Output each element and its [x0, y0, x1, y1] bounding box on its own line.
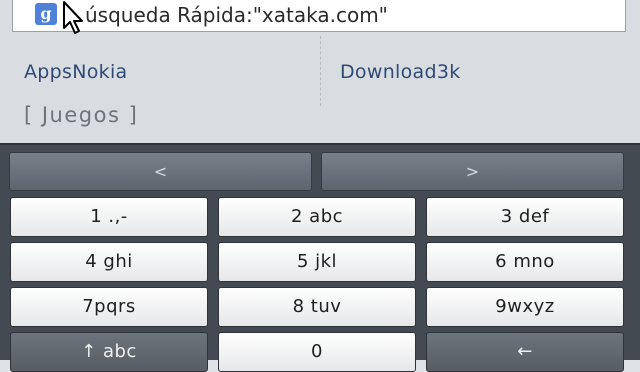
key-7[interactable]: 7pqrs	[10, 287, 208, 327]
mouse-pointer-icon	[63, 1, 83, 34]
key-8[interactable]: 8 tuv	[218, 287, 416, 327]
virtual-keyboard: < > 1 .,- 2 abc 3 def 4 ghi 5 jkl 6 mno …	[0, 143, 640, 372]
next-key[interactable]: >	[321, 152, 624, 191]
key-5[interactable]: 5 jkl	[218, 242, 416, 282]
shift-key[interactable]: ↑ abc	[10, 332, 208, 372]
key-9[interactable]: 9wxyz	[426, 287, 624, 327]
search-bar[interactable]: g úsqueda Rápida:"xataka.com"	[12, 0, 626, 32]
search-text[interactable]: úsqueda Rápida:"xataka.com"	[85, 1, 388, 29]
link-download3k[interactable]: Download3k	[340, 57, 461, 87]
key-4[interactable]: 4 ghi	[10, 242, 208, 282]
link-appsnokia[interactable]: AppsNokia	[24, 57, 127, 87]
category-juegos[interactable]: [ Juegos ]	[24, 100, 138, 130]
key-0[interactable]: 0	[218, 332, 416, 372]
key-3[interactable]: 3 def	[426, 197, 624, 237]
web-content: g úsqueda Rápida:"xataka.com" AppsNokia …	[0, 0, 640, 143]
prev-key[interactable]: <	[9, 152, 312, 191]
column-divider	[320, 36, 321, 106]
key-1[interactable]: 1 .,-	[10, 197, 208, 237]
backspace-key[interactable]: ←	[426, 332, 624, 372]
key-2[interactable]: 2 abc	[218, 197, 416, 237]
google-g-icon: g	[35, 3, 57, 25]
key-6[interactable]: 6 mno	[426, 242, 624, 282]
